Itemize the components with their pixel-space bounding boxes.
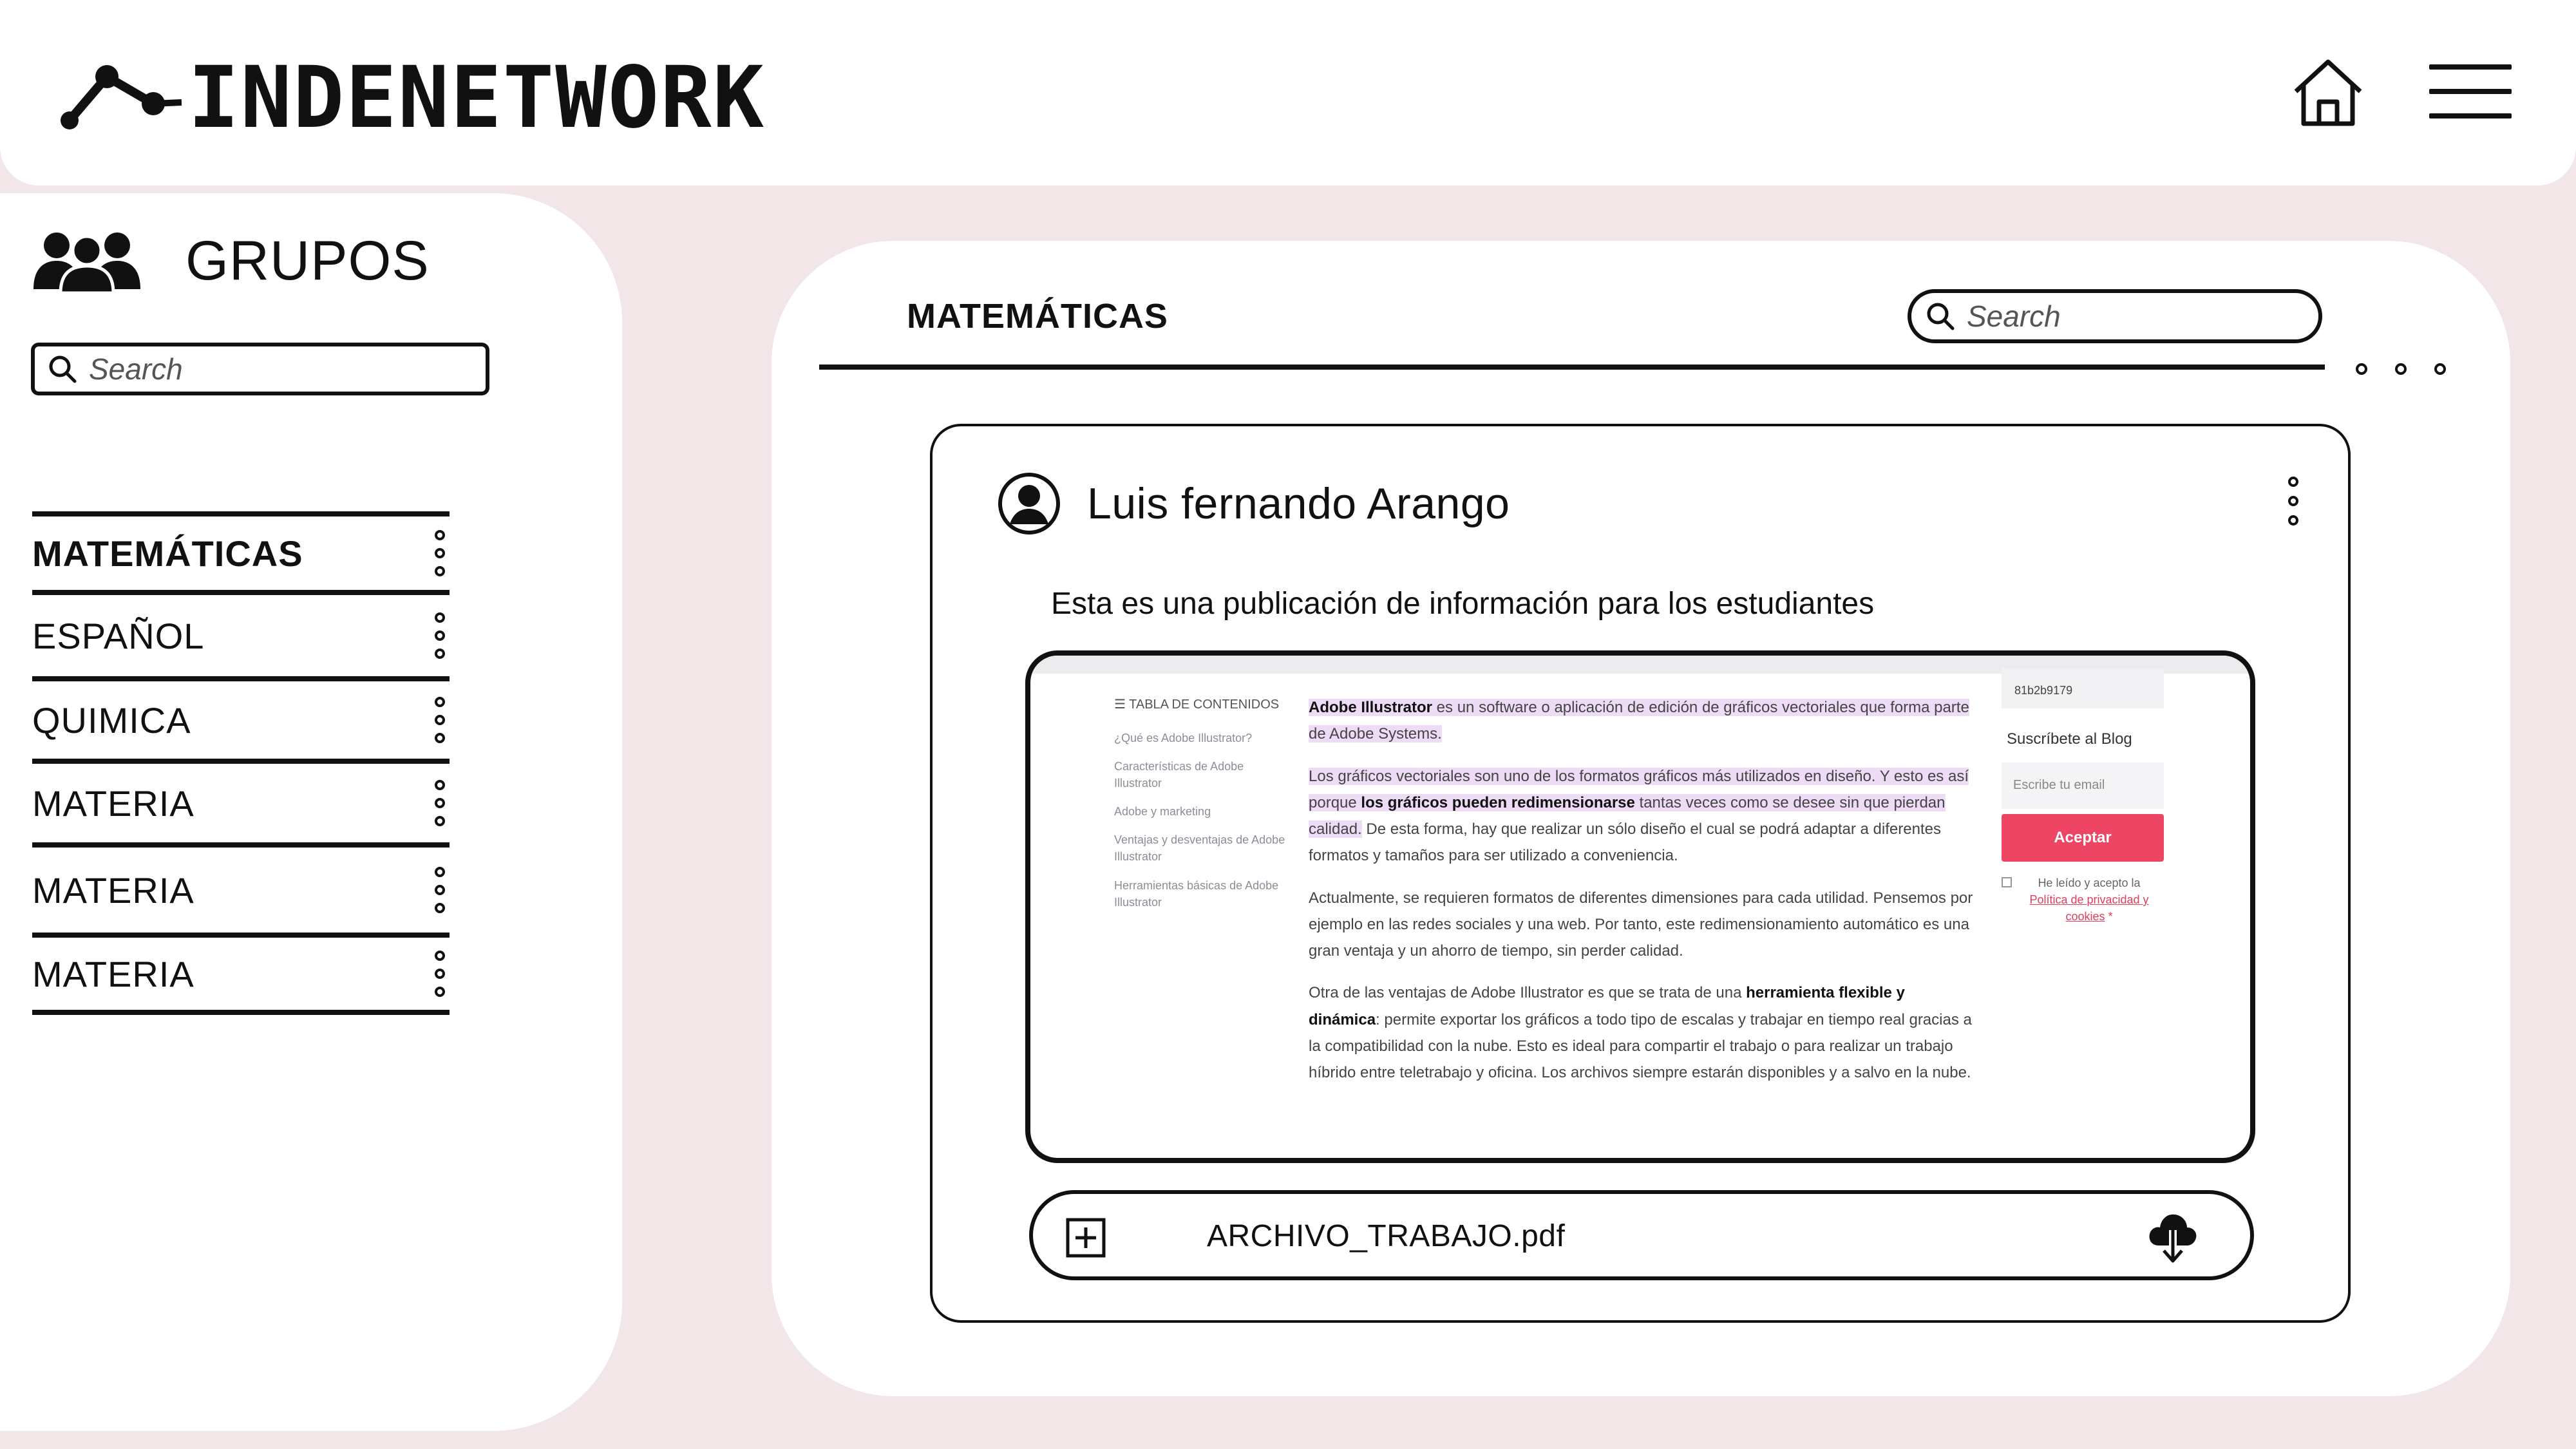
group-options-icon[interactable] (430, 948, 450, 999)
toc-item: Ventajas y desventajas de Adobe Illustra… (1114, 833, 1285, 864)
post-author[interactable]: Luis fernando Arango (997, 471, 1510, 536)
article-paragraph: Actualmente, se requieren formatos de di… (1309, 889, 1973, 960)
group-feed-panel: MATEMÁTICAS Luis fernando Arango Esta es… (772, 241, 2510, 1396)
paragraph-text: De esta forma, hay que realizar un sólo … (1309, 820, 1941, 865)
group-item-label: MATEMÁTICAS (32, 533, 303, 574)
privacy-link: Política de privacidad y cookies (2029, 893, 2149, 923)
table-of-contents: ☰ TABLA DE CONTENIDOS ¿Qué es Adobe Illu… (1114, 696, 1288, 922)
toc-item: Herramientas básicas de Adobe Illustrato… (1114, 878, 1279, 909)
group-item-label: ESPAÑOL (32, 615, 205, 656)
group-item-espanol[interactable]: ESPAÑOL (32, 595, 450, 681)
download-button[interactable] (2147, 1208, 2199, 1267)
search-icon (1927, 303, 1955, 330)
hamburger-menu-button[interactable] (2429, 64, 2512, 118)
more-options-icon[interactable] (2356, 361, 2446, 377)
toc-title-text: TABLA DE CONTENIDOS (1129, 697, 1280, 712)
groups-search-input[interactable] (89, 352, 461, 386)
users-group-icon (33, 232, 140, 293)
toc-item: Características de Adobe Illustrator (1114, 760, 1244, 790)
article-paragraph: Adobe Illustrator es un software o aplic… (1309, 694, 1978, 748)
group-options-icon[interactable] (430, 694, 450, 746)
groups-search-box[interactable] (31, 343, 489, 395)
search-icon (49, 355, 77, 383)
attachment-filename[interactable]: ARCHIVO_TRABAJO.pdf (1207, 1218, 1565, 1254)
group-item-matematicas[interactable]: MATEMÁTICAS (32, 516, 450, 595)
page-title: MATEMÁTICAS (907, 297, 1168, 336)
home-icon (2294, 59, 2362, 126)
toc-title: ☰ TABLA DE CONTENIDOS (1114, 697, 1280, 712)
hamburger-line (2429, 113, 2512, 118)
group-item-quimica[interactable]: QUIMICA (32, 681, 450, 764)
highlighted-term: los gráficos pueden redimensionarse (1361, 793, 1635, 811)
hamburger-menu-icon (2429, 64, 2512, 70)
code-box: 81b2b9179 (2002, 668, 2164, 708)
subscribe-title: Suscríbete al Blog (2007, 730, 2132, 748)
post-author-name: Luis fernando Arango (1087, 479, 1510, 528)
home-button[interactable] (2289, 54, 2367, 131)
plus-square-icon (1066, 1218, 1106, 1258)
post-text: Esta es una publicación de información p… (1051, 587, 1875, 621)
group-item-materia-3[interactable]: MATERIA (32, 938, 450, 1015)
group-options-icon[interactable] (430, 864, 450, 916)
required-mark: * (2105, 910, 2113, 923)
top-header: INDENETWORK (0, 0, 2576, 185)
feed-search-input[interactable] (1967, 299, 2301, 334)
toc-item: ¿Qué es Adobe Illustrator? (1114, 732, 1253, 744)
paragraph-text: Otra de las ventajas de Adobe Illustrato… (1309, 984, 1747, 1002)
accept-button: Aceptar (2002, 814, 2164, 862)
network-logo-icon (61, 65, 182, 129)
group-item-label: MATERIA (32, 869, 194, 911)
group-list-divider (32, 511, 450, 516)
subscribe-widget: 81b2b9179 Suscríbete al Blog Escribe tu … (2002, 668, 2168, 925)
group-options-icon[interactable] (430, 610, 450, 661)
group-options-icon[interactable] (430, 777, 450, 829)
hamburger-line (2429, 89, 2512, 94)
groups-title: GRUPOS (185, 229, 430, 292)
privacy-consent: He leído y acepto la Política de privaci… (2002, 875, 2168, 925)
article-paragraph: Los gráficos vectoriales son uno de los … (1309, 763, 1978, 869)
group-item-label: MATERIA (32, 782, 194, 824)
brand-logo[interactable]: INDENETWORK (59, 55, 765, 140)
add-file-button[interactable] (1065, 1217, 1106, 1262)
toc-item: Adobe y marketing (1114, 805, 1211, 819)
groups-sidebar: GRUPOS MATEMÁTICAS ESPAÑOL QUIMICA MATER… (0, 193, 622, 1431)
consent-label: He leído y acepto la (2038, 876, 2141, 889)
kebab-menu-icon (2284, 474, 2303, 528)
group-item-label: MATERIA (32, 953, 194, 994)
subscribe-email-field: Escribe tu email (2002, 762, 2164, 809)
article-text: Adobe Illustrator es un software o aplic… (1309, 694, 1978, 1101)
attachment-row[interactable]: ARCHIVO_TRABAJO.pdf (1029, 1190, 2254, 1280)
article-paragraph: Otra de las ventajas de Adobe Illustrato… (1309, 980, 1978, 1086)
group-item-label: QUIMICA (32, 699, 191, 741)
post-card: Luis fernando Arango Esta es una publica… (930, 424, 2351, 1323)
consent-checkbox (2002, 877, 2012, 887)
consent-text: He leído y acepto la Política de privaci… (2025, 875, 2154, 925)
post-options-button[interactable] (2284, 474, 2303, 528)
highlighted-term: Adobe Illustrator (1309, 699, 1433, 716)
title-divider (819, 365, 2325, 370)
brand-name: INDENETWORK (188, 48, 766, 147)
post-image[interactable]: ☰ TABLA DE CONTENIDOS ¿Qué es Adobe Illu… (1025, 650, 2255, 1163)
paragraph-text: : permite exportar los gráficos a todo t… (1309, 1010, 1972, 1082)
feed-search-box[interactable] (1908, 289, 2322, 343)
group-item-materia-2[interactable]: MATERIA (32, 848, 450, 938)
group-item-materia-1[interactable]: MATERIA (32, 764, 450, 848)
groups-header: GRUPOS (32, 229, 430, 293)
cloud-download-icon (2149, 1214, 2197, 1263)
user-avatar-icon (998, 473, 1060, 535)
group-options-icon[interactable] (430, 527, 450, 579)
